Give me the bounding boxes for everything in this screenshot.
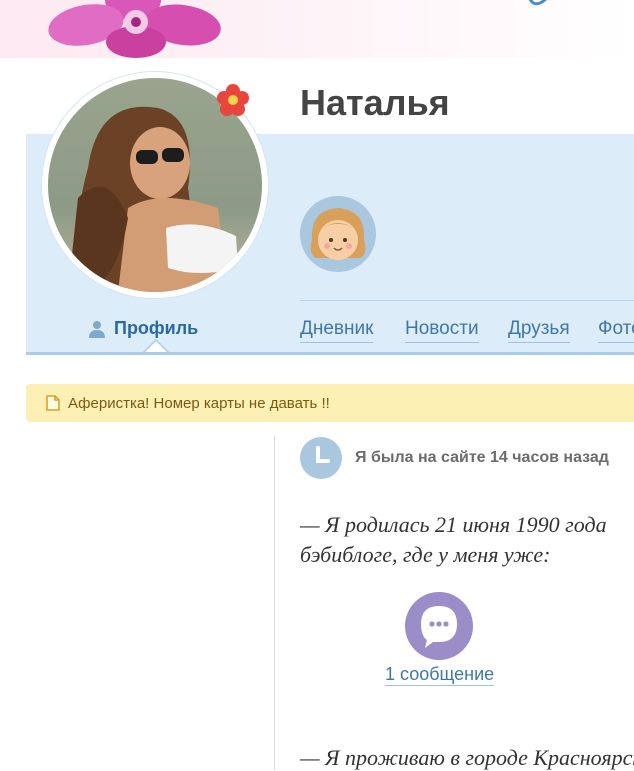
banner-logo-icon: [528, 0, 548, 6]
user-icon: [89, 320, 105, 338]
tab-profile-label: Профиль: [114, 318, 199, 338]
column-divider: [274, 436, 275, 770]
red-flower-icon: [217, 84, 249, 116]
tab-news[interactable]: Новости: [405, 318, 479, 343]
about-birth-line: — Я родилась 21 июня 1990 года: [300, 512, 607, 537]
clock-icon: [300, 437, 342, 479]
note-icon: [46, 395, 60, 411]
about-blog-line: бэбиблоге, где у меня уже:: [300, 542, 551, 567]
tab-profile[interactable]: Профиль: [88, 318, 198, 339]
warning-text: Аферистка! Номер карты не давать !!: [68, 394, 330, 412]
warning-bar: Аферистка! Номер карты не давать !!: [26, 384, 634, 422]
girl-face-icon[interactable]: [300, 196, 376, 272]
tab-photo[interactable]: Фото: [598, 318, 634, 343]
about-city-line: — Я проживаю в городе Красноярск: [300, 745, 634, 770]
last-seen-text: Я была на сайте 14 часов назад: [355, 449, 609, 466]
active-tab-pointer: [145, 341, 167, 352]
tab-diary[interactable]: Дневник: [300, 318, 374, 343]
profile-name: Наталья: [300, 82, 450, 123]
nav-divider: [300, 300, 634, 301]
pink-flower-icon: [48, 0, 221, 58]
tab-friends[interactable]: Друзья: [508, 318, 570, 343]
speech-bubble-icon[interactable]: [405, 592, 473, 660]
header-banner: [0, 0, 634, 58]
messages-count-link[interactable]: 1 сообщение: [385, 664, 495, 686]
